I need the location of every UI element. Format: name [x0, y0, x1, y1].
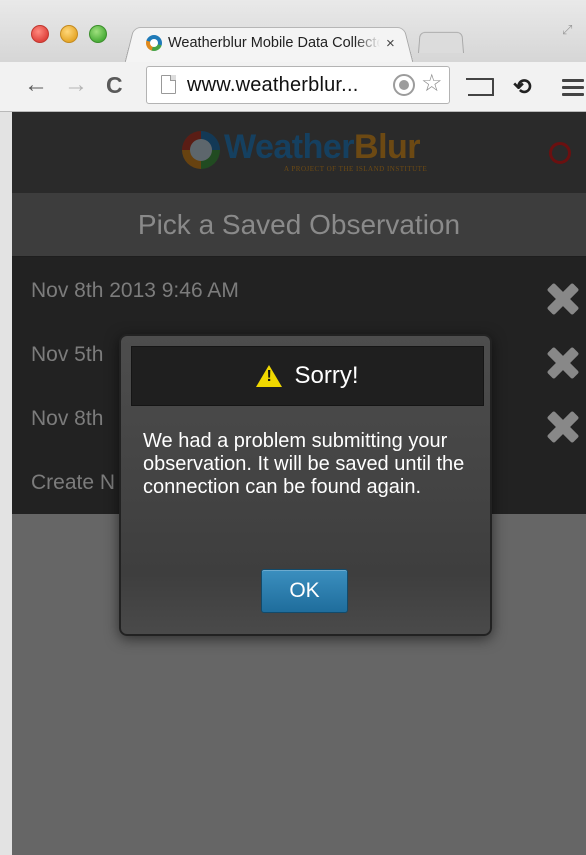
- create-observation-label: Create N: [31, 471, 116, 494]
- window-close-button[interactable]: [31, 25, 49, 43]
- logo-tagline: A PROJECT OF THE ISLAND INSTITUTE: [284, 165, 428, 173]
- tab-title: Weatherblur Mobile Data Collector: [168, 35, 380, 51]
- dialog-header: Sorry!: [131, 346, 484, 406]
- logo-globe-icon: [182, 131, 220, 169]
- url-text[interactable]: www.weatherblur...: [187, 74, 358, 97]
- browser-tab-content[interactable]: Weatherblur Mobile Data Collector ×: [146, 34, 408, 52]
- connection-status-icon[interactable]: [549, 142, 571, 164]
- tab-close-icon[interactable]: ×: [386, 35, 395, 52]
- location-icon[interactable]: [393, 74, 415, 96]
- delete-icon[interactable]: [543, 407, 583, 447]
- fullscreen-icon[interactable]: ⤢: [562, 22, 572, 38]
- cast-icon[interactable]: [466, 78, 494, 96]
- observation-label: Nov 5th: [31, 343, 104, 366]
- weatherblur-logo: WeatherBlur A PROJECT OF THE ISLAND INST…: [182, 127, 427, 173]
- browser-toolbar: ← → C www.weatherblur... ☆ ⟲: [0, 62, 586, 112]
- back-button[interactable]: ←: [24, 72, 48, 98]
- page-title-bar: Pick a Saved Observation: [12, 193, 586, 257]
- delete-icon[interactable]: [543, 343, 583, 383]
- error-dialog: Sorry! We had a problem submitting your …: [119, 334, 492, 636]
- app-header: WeatherBlur A PROJECT OF THE ISLAND INST…: [12, 112, 586, 193]
- page-icon: [161, 75, 176, 94]
- bookmark-star-icon[interactable]: ☆: [421, 69, 443, 98]
- logo-word-weather: Weather: [224, 128, 355, 166]
- ok-button[interactable]: OK: [261, 569, 348, 613]
- forward-button[interactable]: →: [64, 72, 88, 98]
- observation-label: Nov 8th 2013 9:46 AM: [31, 279, 239, 302]
- window-minimize-button[interactable]: [60, 25, 78, 43]
- new-tab-button[interactable]: [418, 31, 464, 53]
- extension-icon[interactable]: ⟲: [513, 74, 531, 100]
- list-item[interactable]: Nov 8th 2013 9:46 AM: [12, 257, 586, 321]
- browser-titlebar: Weatherblur Mobile Data Collector × ⤢: [0, 0, 586, 66]
- weatherblur-favicon-icon: [146, 35, 162, 51]
- dialog-title: Sorry!: [294, 362, 359, 389]
- observation-label: Nov 8th: [31, 407, 104, 430]
- logo-word-blur: Blur: [354, 128, 421, 166]
- reload-button[interactable]: C: [106, 72, 123, 98]
- dialog-message: We had a problem submitting your observa…: [143, 430, 465, 498]
- page-title: Pick a Saved Observation: [137, 209, 461, 240]
- delete-icon[interactable]: [543, 279, 583, 319]
- warning-icon: [256, 365, 283, 387]
- browser-menu-icon[interactable]: [562, 79, 584, 100]
- window-maximize-button[interactable]: [89, 25, 107, 43]
- address-bar[interactable]: www.weatherblur... ☆: [146, 66, 450, 104]
